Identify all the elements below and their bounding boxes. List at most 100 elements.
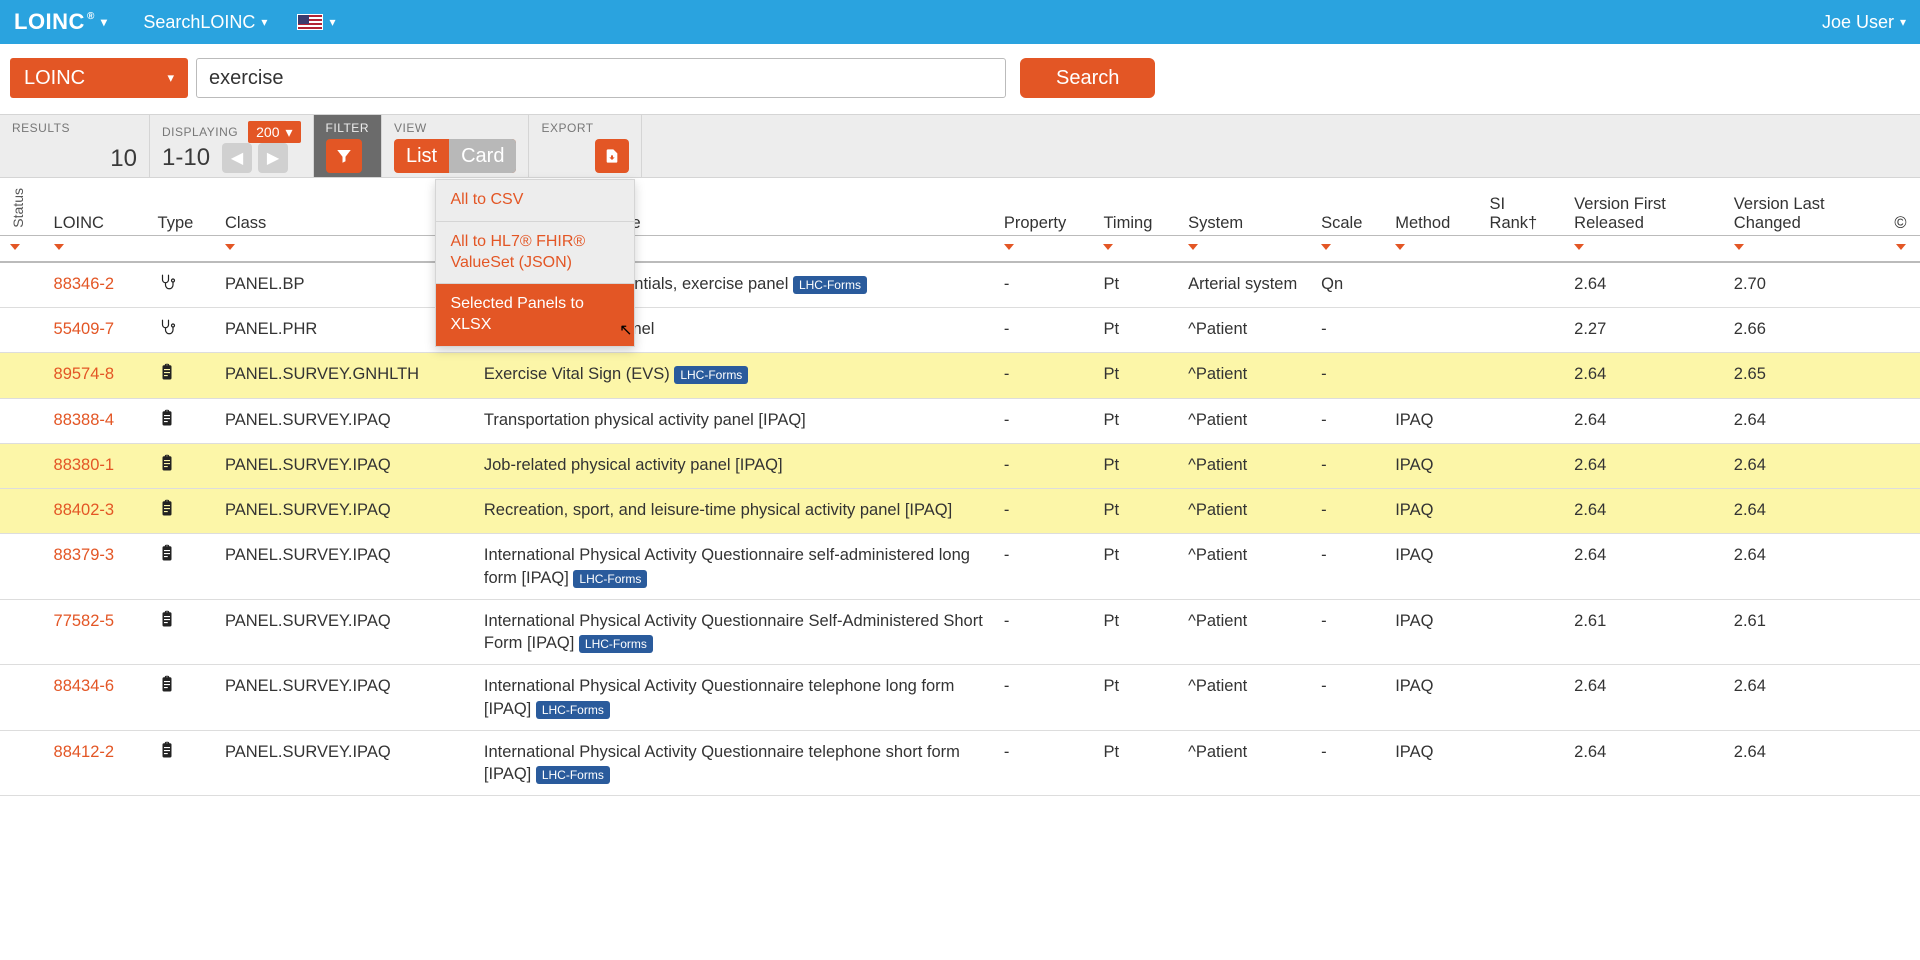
cell-scale: -: [1311, 599, 1385, 665]
filter-button[interactable]: [326, 139, 362, 173]
search-scope-select[interactable]: LOINC ▾: [10, 58, 188, 98]
sort-caret-icon[interactable]: [54, 244, 64, 250]
loinc-code-link[interactable]: 88388-4: [54, 411, 115, 429]
col-scale[interactable]: Scale: [1311, 178, 1385, 235]
loinc-code-link[interactable]: 77582-5: [54, 612, 115, 630]
loinc-code-link[interactable]: 88379-3: [54, 546, 115, 564]
col-method[interactable]: Method: [1385, 178, 1479, 235]
loinc-code-link[interactable]: 88380-1: [54, 456, 115, 474]
cell-method: [1385, 307, 1479, 352]
table-row[interactable]: 88380-1 PANEL.SURVEY.IPAQJob-related phys…: [0, 443, 1920, 488]
col-status[interactable]: Status: [0, 178, 44, 235]
sort-caret-icon[interactable]: [1734, 244, 1744, 250]
cursor-icon: ↖: [619, 321, 632, 342]
cell-system: ^Patient: [1178, 599, 1311, 665]
loinc-code-link[interactable]: 88434-6: [54, 677, 115, 695]
cell-scale: -: [1311, 353, 1385, 398]
export-all-fhir-json[interactable]: All to HL7® FHIR® ValueSet (JSON): [436, 222, 634, 285]
sort-caret-icon[interactable]: [10, 244, 20, 250]
table-row[interactable]: 88402-3PANEL.SURVEY.IPAQRecreation, spor…: [0, 489, 1920, 534]
sort-caret-icon[interactable]: [1188, 244, 1198, 250]
view-card-button[interactable]: Card: [449, 139, 516, 173]
download-file-icon: [604, 147, 620, 165]
brand-logo[interactable]: LOINC® ▾: [14, 9, 107, 35]
col-loinc[interactable]: LOINC: [44, 178, 148, 235]
table-row[interactable]: 88412-2PANEL.SURVEY.IPAQInternational Ph…: [0, 730, 1920, 796]
sort-caret-icon[interactable]: [1103, 244, 1113, 250]
cell-timing: Pt: [1093, 730, 1178, 796]
nav-locale[interactable]: ▾: [297, 14, 335, 30]
loinc-code-link[interactable]: 89574-8: [54, 365, 115, 383]
col-timing[interactable]: Timing: [1093, 178, 1178, 235]
cell-version-last: 2.61: [1724, 599, 1881, 665]
cell-property: -: [994, 730, 1094, 796]
cell-timing: Pt: [1093, 443, 1178, 488]
page-size-select[interactable]: 200▾: [248, 121, 300, 143]
sort-caret-icon[interactable]: [1395, 244, 1405, 250]
nav-user-menu[interactable]: Joe User ▾: [1822, 12, 1906, 33]
sort-caret-icon[interactable]: [225, 244, 235, 250]
chevron-down-icon: ▾: [261, 15, 267, 29]
prev-page-button[interactable]: ◀: [222, 143, 252, 173]
col-property[interactable]: Property: [994, 178, 1094, 235]
cell-class: PANEL.SURVEY.IPAQ: [215, 534, 474, 600]
col-type[interactable]: Type: [148, 178, 215, 235]
cell-method: IPAQ: [1385, 665, 1479, 731]
loinc-code-link[interactable]: 88346-2: [54, 275, 115, 293]
cell-version-first: 2.64: [1564, 534, 1724, 600]
search-button[interactable]: Search: [1020, 58, 1155, 98]
search-input[interactable]: [196, 58, 1006, 98]
export-selected-xlsx[interactable]: Selected Panels to XLSX ↖: [436, 284, 634, 346]
cell-scale: -: [1311, 730, 1385, 796]
view-label: VIEW: [394, 121, 516, 135]
top-nav-bar: LOINC® ▾ SearchLOINC ▾ ▾ Joe User ▾: [0, 0, 1920, 44]
next-page-button[interactable]: ▶: [258, 143, 288, 173]
lhc-forms-badge: LHC-Forms: [573, 570, 647, 588]
nav-searchloinc[interactable]: SearchLOINC ▾: [143, 12, 267, 33]
cell-version-first: 2.64: [1564, 398, 1724, 443]
view-toggle: List Card: [394, 139, 516, 173]
cell-timing: Pt: [1093, 599, 1178, 665]
cell-system: ^Patient: [1178, 730, 1311, 796]
cell-system: ^Patient: [1178, 307, 1311, 352]
col-copyright[interactable]: ©: [1881, 178, 1920, 235]
col-system[interactable]: System: [1178, 178, 1311, 235]
col-version-last[interactable]: Version Last Changed: [1724, 178, 1881, 235]
export-button[interactable]: [595, 139, 629, 173]
loinc-code-link[interactable]: 55409-7: [54, 320, 115, 338]
cell-version-last: 2.66: [1724, 307, 1881, 352]
cell-class: PANEL.SURVEY.IPAQ: [215, 443, 474, 488]
table-row[interactable]: 88388-4PANEL.SURVEY.IPAQTransportation p…: [0, 398, 1920, 443]
cell-class: PANEL.SURVEY.IPAQ: [215, 599, 474, 665]
loinc-code-link[interactable]: 88412-2: [54, 743, 115, 761]
cell-scale: -: [1311, 489, 1385, 534]
chevron-down-icon: ▾: [1900, 15, 1906, 29]
cell-long-name: Job-related physical activity panel [IPA…: [474, 443, 994, 488]
cell-method: [1385, 353, 1479, 398]
table-row[interactable]: 88379-3 PANEL.SURVEY.IPAQInternational Ph…: [0, 534, 1920, 600]
table-row[interactable]: 88346-2PANEL.BPBlood pressure essentials…: [0, 262, 1920, 308]
loinc-code-link[interactable]: 88402-3: [54, 501, 115, 519]
cell-scale: Qn: [1311, 262, 1385, 308]
col-version-first[interactable]: Version First Released: [1564, 178, 1724, 235]
cell-property: -: [994, 443, 1094, 488]
cell-long-name: International Physical Activity Question…: [474, 534, 994, 600]
table-row[interactable]: 89574-8PANEL.SURVEY.GNHLTHExercise Vital…: [0, 353, 1920, 398]
table-row[interactable]: 77582-5PANEL.SURVEY.IPAQInternational Ph…: [0, 599, 1920, 665]
search-row: LOINC ▾ Search: [0, 44, 1920, 114]
table-row[interactable]: 88434-6PANEL.SURVEY.IPAQInternational Ph…: [0, 665, 1920, 731]
cell-version-first: 2.64: [1564, 730, 1724, 796]
clipboard-icon: [158, 454, 176, 472]
sort-caret-icon[interactable]: [1896, 244, 1906, 250]
cell-timing: Pt: [1093, 534, 1178, 600]
col-si-rank[interactable]: SI Rank†: [1480, 178, 1565, 235]
sort-caret-icon[interactable]: [1004, 244, 1014, 250]
clipboard-icon: [158, 610, 176, 628]
cell-property: -: [994, 398, 1094, 443]
export-label: EXPORT: [541, 121, 629, 135]
sort-caret-icon[interactable]: [1574, 244, 1584, 250]
view-list-button[interactable]: List: [394, 139, 449, 173]
sort-caret-icon[interactable]: [1321, 244, 1331, 250]
export-all-csv[interactable]: All to CSV: [436, 180, 634, 222]
table-row[interactable]: 55409-7PANEL.PHRExercise tracking panel-…: [0, 307, 1920, 352]
